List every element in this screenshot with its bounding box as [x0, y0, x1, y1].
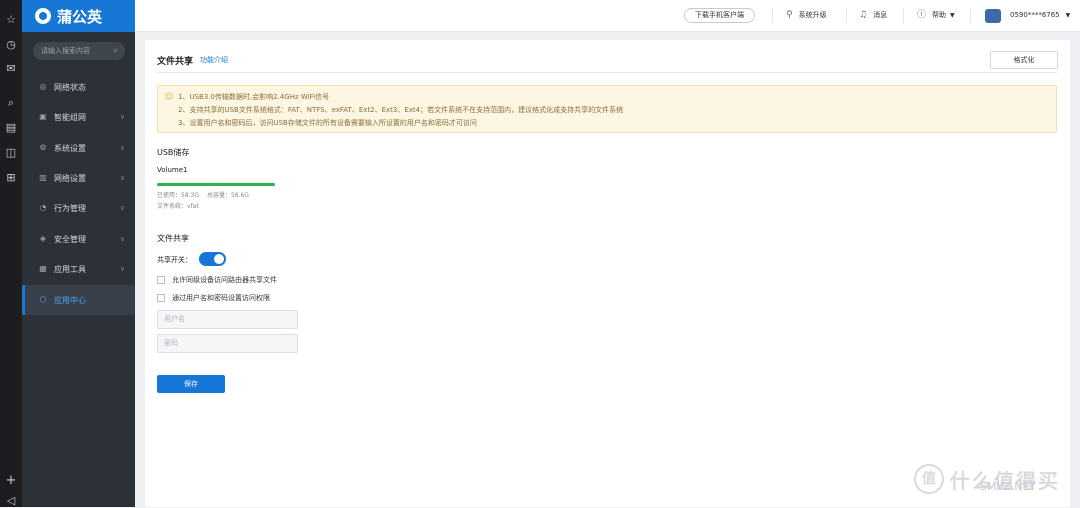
sidebar-item-app-center[interactable]: ⬡ 应用中心 — [22, 285, 135, 315]
volume-name: Volume1 — [157, 166, 188, 174]
total-value: 总容量：58.6G — [206, 192, 249, 199]
sidebar-item-label: 网络设置 — [54, 173, 86, 183]
bag-icon[interactable]: ◫ — [4, 146, 18, 160]
tools-icon: ▦ — [39, 264, 47, 273]
watermark-url: SMYZ.NET — [980, 480, 1037, 493]
share-toggle-label: 共享开关： — [157, 256, 192, 264]
page-title: 文件共享 — [157, 57, 194, 67]
mail-icon[interactable]: ✉ — [4, 62, 18, 76]
sidebar-item-system-settings[interactable]: ⚙ 系统设置 ∨ — [22, 133, 135, 163]
chevron-down-icon: ∨ — [119, 265, 125, 273]
security-icon: ◈ — [39, 234, 47, 243]
settings-icon: ⚙ — [39, 143, 47, 152]
search-icon[interactable]: ⌕ — [4, 96, 18, 110]
sidebar-item-tools[interactable]: ▦ 应用工具 ∨ — [22, 254, 135, 284]
notice-line: 1、USB3.0传输数据时,会影响2.4GHz WiFi信号 — [178, 93, 330, 101]
sidebar-search-input[interactable]: 请输入搜索内容 ⌕ — [33, 42, 125, 60]
chevron-down-icon: ∨ — [119, 113, 125, 121]
sidebar-item-behavior[interactable]: ◔ 行为管理 ∨ — [22, 193, 135, 223]
format-button[interactable]: 格式化 — [990, 51, 1058, 69]
chevron-down-icon: ∨ — [119, 174, 125, 182]
star-icon[interactable]: ☆ — [4, 13, 18, 27]
lan-access-checkbox[interactable] — [157, 276, 165, 284]
sidebar-item-label: 应用工具 — [54, 264, 86, 274]
sidebar-item-security[interactable]: ◈ 安全管理 ∨ — [22, 224, 135, 254]
save-button[interactable]: 保存 — [157, 375, 225, 393]
bell-icon: ♫ — [859, 10, 868, 20]
logo-icon — [35, 8, 51, 24]
help-label: 帮助 — [932, 11, 947, 19]
lan-access-label: 允许同级设备访问路由器共享文件 — [172, 276, 277, 284]
chevron-down-icon: ∨ — [119, 144, 125, 152]
notice-line: 3、设置用户名和密码后，访问USB存储文件的所有设备需要输入所设置的用户名和密码… — [178, 119, 477, 127]
help-menu[interactable]: ⓘ 帮助 ▼ — [917, 8, 955, 23]
account-name: 0590****6765 — [1010, 11, 1060, 19]
app-center-icon: ⬡ — [39, 295, 47, 304]
warning-icon: ☺ — [165, 92, 174, 101]
auth-access-label: 通过用户名和密码设置访问权限 — [172, 294, 270, 302]
share-section-title: 文件共享 — [157, 234, 189, 243]
sidebar-item-network-status[interactable]: ◎ 网络状态 — [22, 72, 135, 102]
avatar — [985, 8, 1001, 23]
divider — [846, 8, 847, 23]
divider — [903, 8, 904, 23]
icon-rail: ☆ ◷ ✉ ⌕ ▤ ◫ ⊞ + ◁ — [0, 0, 22, 507]
filesystem-value: 文件系统：vfat — [157, 203, 199, 210]
upgrade-icon: ⚲ — [786, 10, 793, 20]
usb-section-title: USB储存 — [157, 148, 190, 157]
divider — [772, 8, 773, 23]
feature-intro-link[interactable]: 功能介绍 — [200, 55, 228, 65]
behavior-icon: ◔ — [39, 203, 47, 212]
system-upgrade-label: 系统升级 — [798, 11, 827, 19]
network-icon: ▣ — [39, 112, 47, 121]
title-divider — [157, 72, 1057, 73]
chevron-down-icon: ∨ — [119, 204, 125, 212]
watermark: 值 什么值得买 SMYZ.NET — [912, 462, 1072, 502]
help-icon: ⓘ — [917, 10, 927, 20]
account-menu[interactable]: 0590****6765 ▼ — [985, 8, 1070, 23]
gamepad-icon[interactable]: ⊞ — [4, 171, 18, 185]
notice-line: 2、支持共享的USB文件系统格式：FAT、NTFS、exFAT、Ext2、Ext… — [178, 106, 624, 114]
auth-access-checkbox[interactable] — [157, 294, 165, 302]
divider — [970, 8, 971, 23]
chevron-down-icon: ∨ — [119, 235, 125, 243]
plus-icon[interactable]: + — [4, 474, 18, 488]
watermark-logo: 值 — [914, 464, 944, 494]
messages-button[interactable]: ♫ 消息 — [859, 8, 887, 23]
sidebar-item-label: 安全管理 — [54, 234, 86, 244]
used-value: 已使用：58.3G — [157, 192, 200, 199]
main-panel: 文件共享 功能介绍 格式化 ☺ 1、USB3.0传输数据时,会影响2.4GHz … — [145, 40, 1070, 507]
notice-box: ☺ 1、USB3.0传输数据时,会影响2.4GHz WiFi信号 2、支持共享的… — [157, 85, 1057, 133]
sidebar-item-label: 系统设置 — [54, 143, 86, 153]
collapse-icon[interactable]: ◁ — [4, 494, 18, 508]
share-toggle[interactable] — [199, 252, 226, 266]
list-icon[interactable]: ▤ — [4, 121, 18, 135]
username-input[interactable]: 用户名 — [157, 310, 298, 329]
brand-logo[interactable]: 蒲公英 — [22, 0, 135, 32]
clock-icon[interactable]: ◷ — [4, 38, 18, 52]
download-client-button[interactable]: 下载手机客户端 — [684, 8, 755, 23]
messages-label: 消息 — [873, 11, 888, 19]
sidebar-item-network-settings[interactable]: ▥ 网络设置 ∨ — [22, 163, 135, 193]
sidebar-item-label: 行为管理 — [54, 203, 86, 213]
usage-bar — [157, 183, 275, 186]
sidebar-item-label: 网络状态 — [54, 82, 86, 92]
brand-name: 蒲公英 — [57, 7, 103, 26]
sidebar-item-label: 应用中心 — [54, 295, 86, 305]
sidebar-item-smart-network[interactable]: ▣ 智能组网 ∨ — [22, 102, 135, 132]
search-placeholder: 请输入搜索内容 — [41, 47, 90, 55]
sidebar: 请输入搜索内容 ⌕ ◎ 网络状态 ▣ 智能组网 ∨ ⚙ 系统设置 ∨ ▥ 网络设… — [22, 32, 135, 507]
toggle-knob — [214, 254, 224, 264]
status-icon: ◎ — [39, 82, 47, 91]
chevron-down-icon: ▼ — [950, 12, 955, 19]
search-icon[interactable]: ⌕ — [114, 42, 118, 60]
system-upgrade-button[interactable]: ⚲ 系统升级 — [786, 8, 827, 23]
sidebar-item-label: 智能组网 — [54, 112, 86, 122]
chevron-down-icon: ▼ — [1065, 12, 1071, 19]
usage-text: 已使用：58.3G 总容量：58.6G — [157, 190, 249, 199]
network-settings-icon: ▥ — [39, 173, 47, 182]
password-input[interactable]: 密码 — [157, 334, 298, 353]
